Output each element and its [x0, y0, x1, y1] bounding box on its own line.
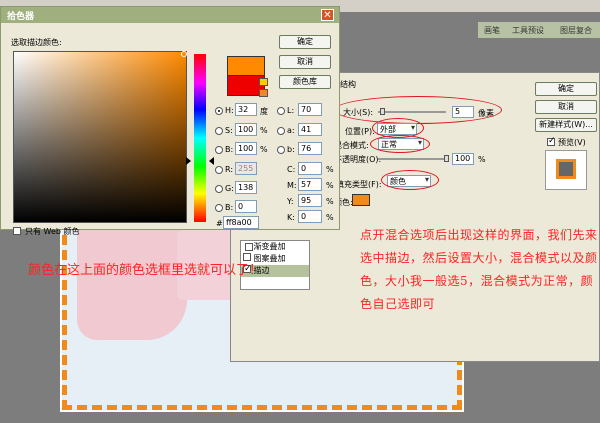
- rgb-b-label: B:: [225, 203, 234, 212]
- opacity-slider-track[interactable]: [378, 158, 448, 160]
- opacity-label: 不透明度(O):: [334, 155, 382, 164]
- fill-type-label: 填充类型(F):: [336, 180, 382, 189]
- a-input[interactable]: 41: [298, 123, 322, 136]
- k-unit: %: [326, 213, 334, 222]
- preview-label: 预览(V): [558, 138, 586, 147]
- h-unit: 度: [260, 107, 268, 116]
- opacity-input[interactable]: 100: [452, 153, 474, 165]
- radio-a[interactable]: [277, 127, 285, 135]
- c-unit: %: [326, 165, 334, 174]
- web-safe-icon[interactable]: [259, 89, 268, 97]
- radio-b[interactable]: [215, 146, 223, 154]
- annotation-right: 点开混合选项后出现这样的界面，我们先来选中描边，然后设置大小，混合模式以及颜色，…: [360, 228, 598, 311]
- annotation-circle-size: [334, 96, 502, 124]
- r-label: R:: [225, 165, 234, 174]
- opacity-slider-thumb[interactable]: [444, 155, 449, 162]
- preview-checkbox[interactable]: [547, 136, 556, 146]
- s-label: S:: [225, 126, 233, 135]
- g-input[interactable]: 138: [235, 181, 257, 194]
- style-checkbox[interactable]: [245, 243, 253, 251]
- stroke-color-swatch[interactable]: [352, 194, 370, 206]
- annotation-circle-fill: [381, 170, 439, 190]
- s-input[interactable]: 100: [235, 123, 257, 136]
- web-only-checkbox[interactable]: [13, 227, 21, 235]
- l-input[interactable]: 70: [298, 103, 322, 116]
- y-label: Y:: [287, 197, 294, 206]
- rgb-b-input[interactable]: 0: [235, 200, 257, 213]
- lab-b-input[interactable]: 76: [298, 142, 322, 155]
- color-picker-titlebar[interactable]: 拾色器 ✕: [1, 7, 339, 23]
- tab-layer-comps[interactable]: 图层复合: [560, 25, 592, 36]
- color-picker-title: 拾色器: [7, 12, 35, 22]
- new-color-swatch: [227, 56, 265, 76]
- radio-l[interactable]: [277, 107, 285, 115]
- color-field-marker[interactable]: [181, 51, 187, 57]
- picker-field-label: 选取描边颜色:: [11, 38, 62, 47]
- radio-r[interactable]: [215, 166, 223, 174]
- tab-tool-presets[interactable]: 工具预设: [512, 25, 544, 36]
- h-input[interactable]: 32: [235, 103, 257, 116]
- c-input[interactable]: 0: [298, 162, 322, 175]
- a-label: a:: [287, 126, 295, 135]
- hue-slider-arrow-left[interactable]: [186, 157, 191, 165]
- c-label: C:: [287, 165, 296, 174]
- lab-b-label: b:: [287, 145, 295, 154]
- layer-style-cancel-button[interactable]: 取消: [535, 100, 597, 114]
- hex-label: #: [216, 219, 223, 228]
- picker-ok-button[interactable]: 确定: [279, 35, 331, 49]
- opacity-unit: %: [478, 155, 486, 164]
- k-input[interactable]: 0: [298, 210, 322, 223]
- gamut-warning-icon[interactable]: [259, 78, 268, 86]
- picker-cancel-button[interactable]: 取消: [279, 55, 331, 69]
- close-icon[interactable]: ✕: [321, 9, 334, 21]
- m-unit: %: [326, 181, 334, 190]
- style-item-label: 渐变叠加: [253, 242, 286, 251]
- radio-s[interactable]: [215, 127, 223, 135]
- hue-slider-arrow-right[interactable]: [209, 157, 214, 165]
- y-unit: %: [326, 197, 334, 206]
- new-style-button[interactable]: 新建样式(W)...: [535, 118, 597, 132]
- radio-g[interactable]: [215, 185, 223, 193]
- palette-tabs: 画笔 工具预设 图层复合: [478, 22, 600, 38]
- annotation-circle-blend: [370, 135, 430, 153]
- tab-brushes[interactable]: 画笔: [484, 25, 500, 36]
- hex-input[interactable]: ff8a00: [223, 216, 259, 229]
- l-label: L:: [287, 106, 295, 115]
- m-input[interactable]: 57: [298, 178, 322, 191]
- hue-slider[interactable]: [194, 54, 206, 222]
- s-unit: %: [260, 126, 268, 135]
- b-label: B:: [225, 145, 234, 154]
- web-only-label: 只有 Web 颜色: [25, 227, 80, 236]
- radio-h[interactable]: [215, 107, 223, 115]
- radio-lab-b[interactable]: [277, 146, 285, 154]
- annotation-left: 颜色在这上面的颜色选框里选就可以了！: [28, 263, 263, 278]
- k-label: K:: [287, 213, 295, 222]
- m-label: M:: [287, 181, 297, 190]
- layer-style-ok-button[interactable]: 确定: [535, 82, 597, 96]
- b-input[interactable]: 100: [235, 142, 257, 155]
- r-input[interactable]: 255: [235, 162, 257, 175]
- style-item-gradient-overlay[interactable]: 渐变叠加: [241, 241, 309, 253]
- color-picker-dialog: 拾色器 ✕ 选取描边颜色: 确定 取消 颜色库 H: 32 度 S: 100 %…: [0, 6, 340, 236]
- color-library-button[interactable]: 颜色库: [279, 75, 331, 89]
- stroke-group-title: 结构: [340, 80, 356, 89]
- position-label: 位置(P):: [345, 127, 375, 136]
- h-label: H:: [225, 106, 234, 115]
- radio-rgb-b[interactable]: [215, 204, 223, 212]
- style-preview-swatch: [556, 159, 576, 179]
- color-field[interactable]: [13, 51, 187, 223]
- y-input[interactable]: 95: [298, 194, 322, 207]
- g-label: G:: [225, 184, 234, 193]
- b-unit: %: [260, 145, 268, 154]
